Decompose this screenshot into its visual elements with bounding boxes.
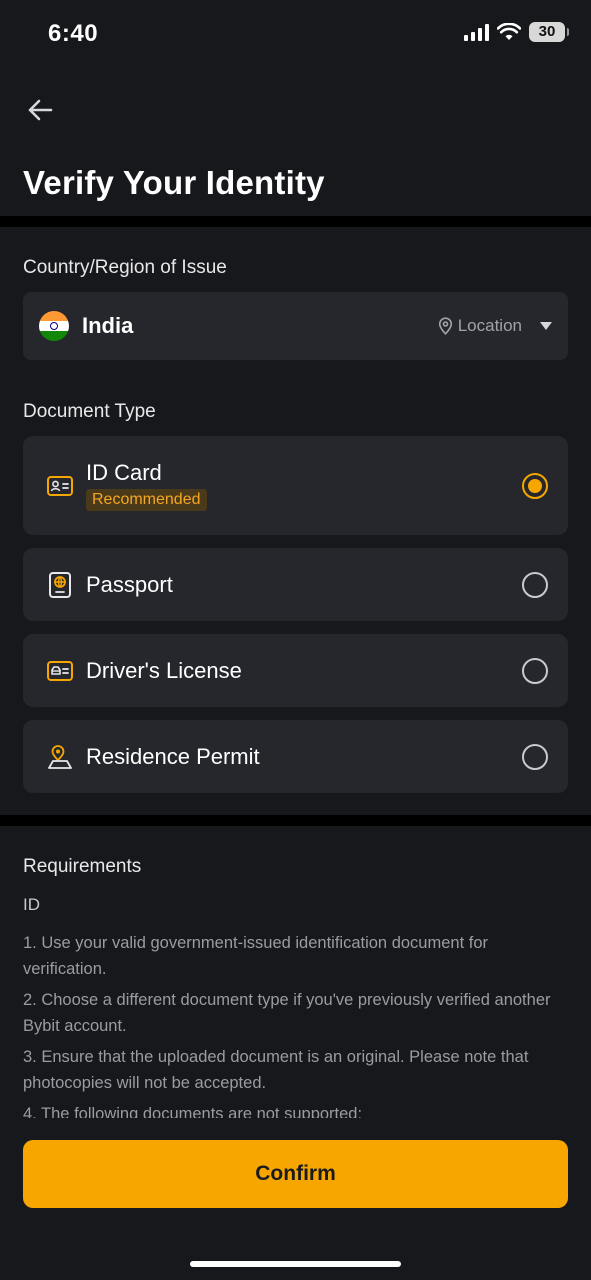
document-option-drivers-license[interactable]: Driver's License: [23, 634, 568, 707]
requirement-item: 1. Use your valid government-issued iden…: [23, 934, 488, 978]
document-type-section-label: Document Type: [23, 401, 156, 422]
residence-permit-icon: [45, 742, 75, 772]
confirm-button[interactable]: Confirm: [23, 1140, 568, 1208]
section-divider: [0, 815, 591, 826]
section-divider: [0, 216, 591, 227]
radio-unselected[interactable]: [522, 657, 548, 684]
requirement-item: 2. Choose a different document type if y…: [23, 991, 551, 1035]
requirement-item: 3. Ensure that the uploaded document is …: [23, 1048, 529, 1092]
radio-selected[interactable]: [522, 472, 548, 499]
passport-icon: [45, 570, 75, 600]
location-label: Location: [457, 316, 522, 335]
id-card-icon: [45, 471, 75, 501]
arrow-left-icon: [28, 99, 53, 121]
country-name: India: [82, 313, 134, 338]
status-time: 6:40: [48, 20, 99, 47]
document-option-id-card[interactable]: ID Card Recommended: [23, 436, 568, 535]
radio-unselected[interactable]: [522, 743, 548, 770]
document-option-passport[interactable]: Passport: [23, 548, 568, 621]
status-icons: 30: [464, 22, 569, 42]
requirements-list: 1. Use your valid government-issued iden…: [23, 930, 568, 1118]
page-title: Verify Your Identity: [23, 164, 325, 201]
location-button[interactable]: Location: [438, 316, 522, 336]
caret-down-icon: [540, 322, 552, 330]
document-option-label: Driver's License: [86, 657, 242, 683]
document-option-label: Passport: [86, 571, 173, 597]
back-button[interactable]: [22, 92, 58, 128]
recommended-badge: Recommended: [86, 489, 207, 511]
country-select[interactable]: India Location: [23, 292, 568, 360]
requirement-item: 4. The following documents are not suppo…: [23, 1105, 363, 1118]
india-flag-icon: [39, 311, 69, 341]
requirements-subtitle: ID: [23, 895, 40, 914]
verify-identity-screen: 6:40 30 Verify Your Identity Country/Reg…: [0, 0, 591, 1280]
wifi-icon: [497, 23, 521, 40]
home-indicator: [190, 1261, 401, 1267]
document-option-label: ID Card: [86, 460, 162, 485]
location-pin-icon: [438, 317, 452, 335]
country-section-label: Country/Region of Issue: [23, 257, 227, 278]
battery-icon: 30: [529, 22, 569, 42]
document-option-label: Residence Permit: [86, 743, 260, 769]
drivers-license-icon: [45, 656, 75, 686]
radio-unselected[interactable]: [522, 571, 548, 598]
cellular-signal-icon: [464, 23, 489, 41]
status-bar: 6:40 30: [0, 0, 591, 70]
requirements-title: Requirements: [23, 856, 142, 877]
document-option-residence-permit[interactable]: Residence Permit: [23, 720, 568, 793]
